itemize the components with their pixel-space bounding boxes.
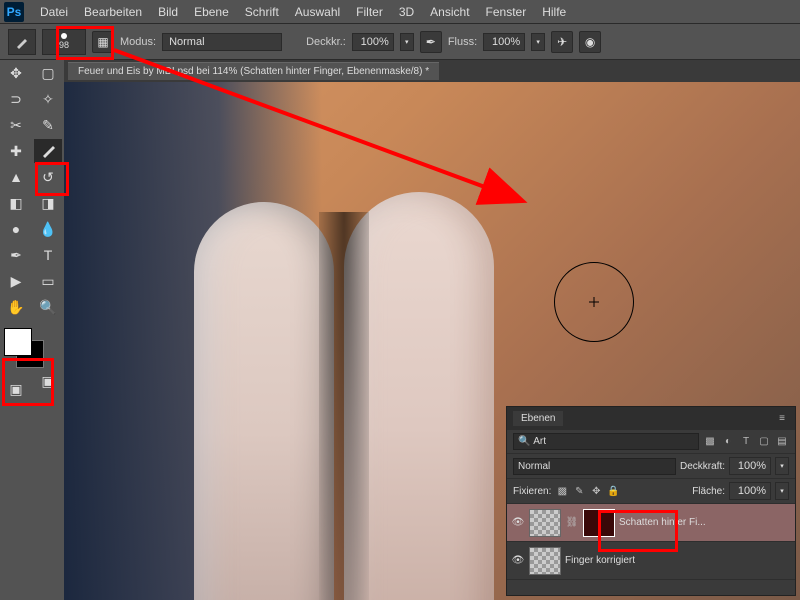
panel-menu-icon[interactable]: ≡ [775, 412, 789, 426]
healing-tool[interactable]: ✚ [2, 139, 30, 163]
menu-filter[interactable]: Filter [348, 5, 391, 19]
brush-stroke-icon [15, 35, 29, 49]
brush-panel-toggle[interactable]: ▦ [92, 31, 114, 53]
menu-edit[interactable]: Bearbeiten [76, 5, 150, 19]
image-finger-1 [194, 202, 334, 600]
color-swatches[interactable] [4, 328, 44, 368]
move-tool[interactable]: ✥ [2, 61, 30, 85]
layer-thumb[interactable] [529, 547, 561, 575]
filter-smart-icon[interactable]: ▤ [775, 435, 789, 449]
menu-image[interactable]: Bild [150, 5, 186, 19]
pressure-size-icon[interactable]: ◉ [579, 31, 601, 53]
pen-tool[interactable]: ✒ [2, 243, 30, 267]
layers-panel: Ebenen ≡ 🔍 Art ▩ ◐ T ▢ ▤ Normal Deckkraf… [506, 406, 796, 596]
brush-icon [40, 143, 56, 159]
type-tool[interactable]: T [34, 243, 62, 267]
document-tab-bar: Feuer und Eis by MDI.psd bei 114% (Schat… [64, 60, 800, 82]
pressure-opacity-icon[interactable]: ✒ [420, 31, 442, 53]
dodge-tool[interactable]: ● [2, 217, 30, 241]
foreground-color[interactable] [4, 328, 32, 356]
menu-layer[interactable]: Ebene [186, 5, 237, 19]
shape-tool[interactable]: ▭ [34, 269, 62, 293]
opacity-flyout[interactable]: ▾ [400, 33, 414, 51]
history-brush-tool[interactable]: ↺ [34, 165, 62, 189]
filter-shape-icon[interactable]: ▢ [757, 435, 771, 449]
layers-tab[interactable]: Ebenen [513, 411, 563, 426]
filter-kind-label: Art [533, 436, 546, 447]
visibility-icon[interactable]: 👁 [511, 517, 525, 528]
search-icon: 🔍 [518, 436, 530, 447]
brush-preset-picker[interactable]: 98 [42, 29, 86, 55]
blur-tool[interactable]: 💧 [34, 217, 62, 241]
layer-row[interactable]: 👁 ⛓ Schatten hinter Fi... [507, 504, 795, 542]
lock-all-icon[interactable]: 🔒 [606, 484, 620, 498]
hand-tool[interactable]: ✋ [2, 295, 30, 319]
menu-bar: Ps Datei Bearbeiten Bild Ebene Schrift A… [0, 0, 800, 24]
fill-label: Fläche: [692, 486, 725, 497]
brush-cursor [554, 262, 634, 342]
menu-select[interactable]: Auswahl [287, 5, 348, 19]
menu-view[interactable]: Ansicht [422, 5, 477, 19]
visibility-icon[interactable]: 👁 [511, 555, 525, 566]
app-logo: Ps [4, 2, 24, 22]
airbrush-icon[interactable]: ✈ [551, 31, 573, 53]
layer-name[interactable]: Schatten hinter Fi... [619, 517, 791, 528]
layer-blend-mode[interactable]: Normal [513, 458, 676, 475]
layer-opacity-flyout[interactable]: ▾ [775, 457, 789, 475]
menu-window[interactable]: Fenster [478, 5, 535, 19]
menu-3d[interactable]: 3D [391, 5, 422, 19]
flow-field[interactable]: 100% [483, 33, 525, 51]
brush-dot-icon [61, 33, 67, 39]
path-select-tool[interactable]: ▶ [2, 269, 30, 293]
marquee-tool[interactable]: ▢ [34, 61, 62, 85]
screenmode-tool[interactable]: ▣ [34, 369, 62, 393]
lock-paint-icon[interactable]: ✎ [572, 484, 586, 498]
zoom-tool[interactable]: 🔍 [34, 295, 62, 319]
flow-label: Fluss: [448, 36, 477, 48]
layer-fill-field[interactable]: 100% [729, 482, 771, 500]
filter-pixel-icon[interactable]: ▩ [703, 435, 717, 449]
eyedropper-tool[interactable]: ✎ [34, 113, 62, 137]
opacity-label: Deckkr.: [306, 36, 346, 48]
lock-position-icon[interactable]: ✥ [589, 484, 603, 498]
layer-name[interactable]: Finger korrigiert [565, 555, 791, 566]
wand-tool[interactable]: ✧ [34, 87, 62, 111]
lock-label: Fixieren: [513, 486, 551, 497]
link-icon[interactable]: ⛓ [565, 516, 579, 530]
options-bar: 98 ▦ Modus: Normal Deckkr.: 100% ▾ ✒ Flu… [0, 24, 800, 60]
lock-transparency-icon[interactable]: ▩ [555, 484, 569, 498]
mask-thumb[interactable] [583, 509, 615, 537]
layer-opacity-label: Deckkraft: [680, 461, 725, 472]
crop-tool[interactable]: ✂ [2, 113, 30, 137]
eraser-tool[interactable]: ◧ [2, 191, 30, 215]
quickmask-tool[interactable]: ▣ [2, 377, 30, 401]
flow-flyout[interactable]: ▾ [531, 33, 545, 51]
tools-panel: ✥ ⊃ ✂ ✚ ▲ ◧ ● ✒ ▶ ✋ ▣ ▢ ✧ ✎ ↺ ◨ 💧 [0, 60, 64, 600]
menu-help[interactable]: Hilfe [534, 5, 574, 19]
mode-label: Modus: [120, 36, 156, 48]
lasso-tool[interactable]: ⊃ [2, 87, 30, 111]
brush-size-value: 98 [59, 40, 69, 50]
brush-tool[interactable] [34, 139, 62, 163]
layer-fill-flyout[interactable]: ▾ [775, 482, 789, 500]
layer-filter-kind[interactable]: 🔍 Art [513, 433, 699, 450]
gradient-tool[interactable]: ◨ [34, 191, 62, 215]
document-tab[interactable]: Feuer und Eis by MDI.psd bei 114% (Schat… [68, 62, 439, 80]
opacity-field[interactable]: 100% [352, 33, 394, 51]
filter-type-icon[interactable]: T [739, 435, 753, 449]
menu-file[interactable]: Datei [32, 5, 76, 19]
filter-adjust-icon[interactable]: ◐ [721, 435, 735, 449]
layer-row[interactable]: 👁 Finger korrigiert [507, 542, 795, 580]
image-shadow [319, 212, 369, 600]
blend-mode-dropdown[interactable]: Normal [162, 33, 282, 51]
tool-preset-picker[interactable] [8, 29, 36, 55]
layer-thumb[interactable] [529, 509, 561, 537]
menu-type[interactable]: Schrift [237, 5, 287, 19]
stamp-tool[interactable]: ▲ [2, 165, 30, 189]
layer-opacity-field[interactable]: 100% [729, 457, 771, 475]
